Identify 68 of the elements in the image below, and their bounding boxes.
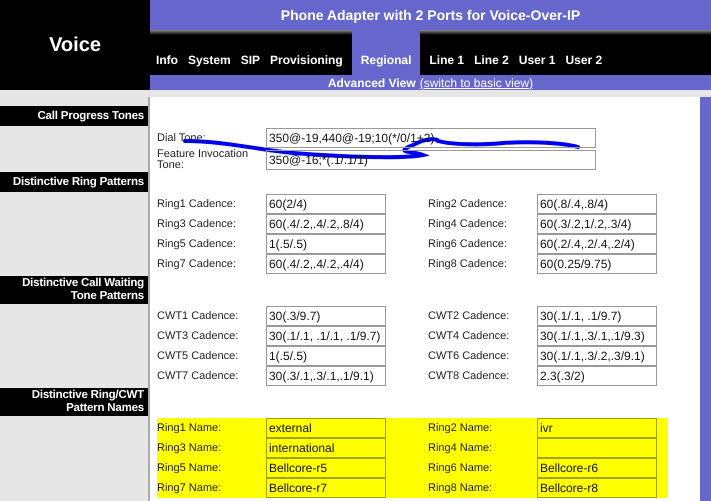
field-label: Ring6 Name:: [428, 462, 494, 474]
field-label: Ring2 Cadence:: [428, 198, 508, 210]
field-label: Ring1 Cadence:: [157, 198, 237, 210]
nav-tab[interactable]: User 1: [514, 30, 560, 75]
field-label: Feature Invocation Tone:: [157, 149, 250, 171]
field-label: Ring8 Cadence:: [428, 258, 508, 270]
field-label: Ring5 Cadence:: [157, 238, 237, 250]
nav-tab[interactable]: System: [183, 30, 236, 75]
field-label: CWT8 Cadence:: [428, 370, 510, 382]
field-label: CWT1 Cadence:: [157, 310, 240, 322]
field-label: Ring5 Name:: [157, 462, 222, 474]
nav-tab[interactable]: SIP: [236, 30, 266, 75]
field-label: Ring6 Cadence:: [428, 238, 508, 250]
input-field[interactable]: Bellcore-r5: [266, 458, 386, 478]
section-header: Distinctive Ring Patterns: [0, 172, 148, 192]
field-label: Ring2 Name:: [428, 422, 494, 434]
basic-view-link[interactable]: (switch to basic view): [420, 76, 534, 90]
input-field[interactable]: 30(.3/9.7): [266, 306, 386, 326]
nav-tab[interactable]: Regional: [352, 30, 420, 75]
field-label: Ring4 Name:: [428, 442, 494, 454]
input-field[interactable]: Bellcore-r7: [266, 478, 386, 498]
field-label: CWT6 Cadence:: [428, 350, 510, 362]
field-label: Ring3 Name:: [157, 442, 222, 454]
nav-tab[interactable]: Info: [151, 30, 183, 75]
field-label: Ring7 Cadence:: [157, 258, 237, 270]
input-field[interactable]: 60(.3/.2,1/.2,.3/4): [537, 214, 657, 234]
window-title: Phone Adapter with 2 Ports for Voice-Over-IP: [280, 6, 580, 25]
nav-tab[interactable]: Line 1: [424, 30, 470, 75]
section-header: Distinctive Ring/CWT Pattern Names: [0, 388, 148, 416]
input-field[interactable]: 60(0.25/9.75): [537, 254, 657, 274]
input-field[interactable]: 60(.2/.4,.2/.4,.2/4): [537, 234, 657, 254]
nav-tab[interactable]: Provisioning: [265, 30, 348, 75]
input-field[interactable]: 1(.5/.5): [266, 346, 386, 366]
nav-tab[interactable]: User 2: [560, 30, 608, 75]
input-field[interactable]: 30(.3/.1,.3/.1,.1/9.1): [266, 366, 386, 386]
field-label: Ring4 Cadence:: [428, 218, 508, 230]
input-field[interactable]: 2.3(.3/2): [537, 366, 657, 386]
brand-title: Voice: [49, 33, 101, 58]
input-field[interactable]: 60(.8/.4,.8/4): [537, 194, 657, 214]
field-label: Ring3 Cadence:: [157, 218, 237, 230]
nav-tab[interactable]: Line 2: [469, 30, 514, 75]
field-label: CWT2 Cadence:: [428, 310, 510, 322]
input-field[interactable]: Bellcore-r6: [537, 458, 657, 478]
input-field[interactable]: [537, 438, 657, 458]
section-header: Call Progress Tones: [0, 106, 148, 126]
input-field[interactable]: ivr: [537, 418, 657, 438]
input-field[interactable]: 30(.1/.1,.3/.2,.3/9.1): [537, 346, 657, 366]
field-label: Ring8 Name:: [428, 482, 494, 494]
input-field[interactable]: 30(.1/.1, .1/.1, .1/9.7): [266, 326, 386, 346]
field-label: CWT5 Cadence:: [157, 350, 240, 362]
input-field[interactable]: international: [266, 438, 386, 458]
field-label: CWT7 Cadence:: [157, 370, 240, 382]
input-field[interactable]: 1(.5/.5): [266, 234, 386, 254]
field-label: Ring1 Name:: [157, 422, 222, 434]
input-field[interactable]: 350@-19,440@-19;10(*/0/1+2): [266, 128, 596, 148]
input-field[interactable]: external: [266, 418, 386, 438]
field-label: CWT3 Cadence:: [157, 330, 240, 342]
input-field[interactable]: 60(.4/.2,.4/.2,.8/4): [266, 214, 386, 234]
input-field[interactable]: 60(2/4): [266, 194, 386, 214]
field-label: Ring7 Name:: [157, 482, 222, 494]
input-field[interactable]: 30(.1/.1,.3/.1,.1/9.3): [537, 326, 657, 346]
section-header: Distinctive Call Waiting Tone Patterns: [0, 276, 148, 304]
field-label: CWT4 Cadence:: [428, 330, 510, 342]
input-field[interactable]: Bellcore-r8: [537, 478, 657, 498]
input-field[interactable]: 60(.4/.2,.4/.2,.4/4): [266, 254, 386, 274]
input-field[interactable]: 350@-16;*(.1/.1/1): [266, 150, 596, 170]
view-label: Advanced View: [328, 76, 416, 90]
input-field[interactable]: 30(.1/.1, .1/9.7): [537, 306, 657, 326]
